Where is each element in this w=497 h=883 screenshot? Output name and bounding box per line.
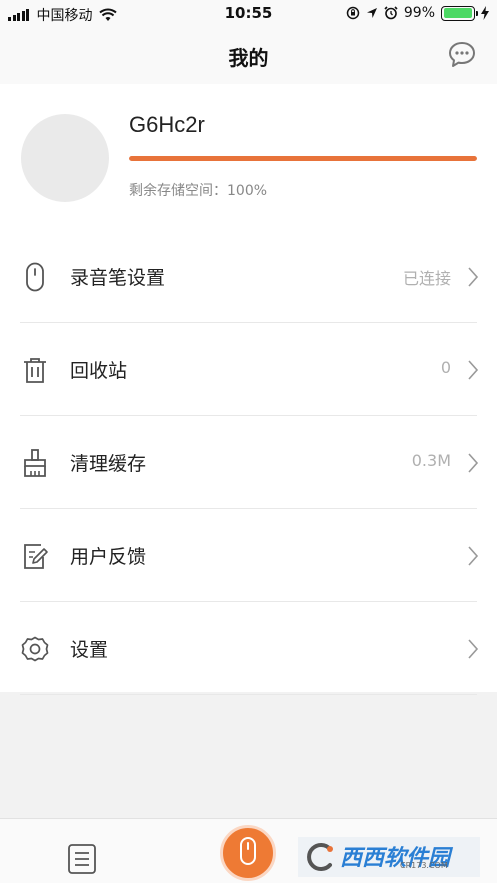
status-right: 99% bbox=[346, 5, 489, 21]
watermark-logo: 西西软件园 CR173.COM bbox=[298, 837, 480, 877]
menu-item-value: 已连接 bbox=[402, 269, 451, 288]
chat-bubble-icon[interactable] bbox=[447, 40, 477, 70]
trash-icon bbox=[24, 358, 46, 383]
recorder-icon bbox=[240, 837, 256, 865]
storage-remaining-label: 剩余存储空间：100% bbox=[129, 183, 268, 199]
chevron-right-icon bbox=[468, 546, 479, 566]
chevron-right-icon bbox=[468, 267, 479, 287]
chevron-right-icon bbox=[468, 360, 479, 380]
menu-item-label: 用户反馈 bbox=[70, 546, 147, 568]
storage-progress-bar bbox=[129, 156, 477, 161]
broom-icon bbox=[24, 449, 46, 477]
watermark-subtext: CR173.COM bbox=[400, 861, 448, 870]
battery-fill bbox=[443, 8, 473, 18]
battery-percent: 99% bbox=[403, 5, 435, 21]
divider bbox=[20, 694, 477, 695]
orientation-lock-icon bbox=[346, 6, 360, 20]
menu-item-feedback[interactable]: 用户反馈 bbox=[0, 509, 497, 602]
battery-icon bbox=[441, 5, 478, 21]
menu-item-value: 0.3M bbox=[411, 451, 451, 470]
menu-item-clear-cache[interactable]: 清理缓存 0.3M bbox=[0, 416, 497, 509]
username: G6Hc2r bbox=[129, 112, 205, 137]
charging-icon bbox=[481, 6, 489, 20]
profile-page: G6Hc2r 剩余存储空间：100% 录音笔设置 已连接 回收站 0 清理缓存 … bbox=[0, 84, 497, 695]
storage-progress-fill bbox=[129, 156, 477, 161]
menu-item-recorder-settings[interactable]: 录音笔设置 已连接 bbox=[0, 230, 497, 323]
settings-menu: 录音笔设置 已连接 回收站 0 清理缓存 0.3M 用户反馈 设置 bbox=[0, 230, 497, 695]
chevron-right-icon bbox=[468, 453, 479, 473]
menu-item-label: 录音笔设置 bbox=[70, 267, 166, 289]
recorder-pen-icon bbox=[26, 262, 44, 292]
watermark-c-icon bbox=[307, 843, 333, 871]
menu-item-settings[interactable]: 设置 bbox=[0, 602, 497, 695]
avatar[interactable] bbox=[21, 114, 109, 202]
nav-bar: 我的 bbox=[0, 28, 497, 84]
location-icon bbox=[366, 8, 377, 18]
chevron-right-icon bbox=[468, 639, 479, 659]
menu-item-label: 清理缓存 bbox=[70, 453, 147, 475]
feedback-edit-icon bbox=[24, 544, 48, 569]
page-title: 我的 bbox=[228, 46, 269, 70]
record-button[interactable] bbox=[220, 825, 276, 881]
document-list-icon[interactable] bbox=[66, 843, 98, 875]
menu-item-value: 0 bbox=[440, 358, 451, 377]
menu-item-recycle-bin[interactable]: 回收站 0 bbox=[0, 323, 497, 416]
menu-item-label: 设置 bbox=[70, 639, 109, 661]
gear-icon bbox=[21, 636, 49, 662]
status-bar: 中国移动 10:55 99% bbox=[0, 0, 497, 28]
alarm-icon bbox=[384, 6, 398, 20]
menu-item-label: 回收站 bbox=[70, 360, 128, 382]
